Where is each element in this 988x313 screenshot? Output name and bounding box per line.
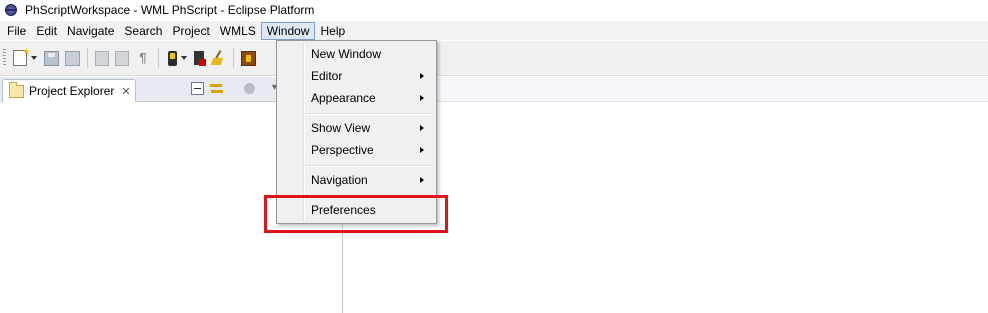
link-with-editor-icon[interactable] [210,82,224,95]
window-title: PhScriptWorkspace - WML PhScript - Eclip… [25,3,315,17]
tab-label: Project Explorer [29,84,115,98]
menu-item-label: Editor [311,69,343,83]
toolbar-grip[interactable] [3,49,6,67]
submenu-arrow-icon [420,95,424,101]
collapse-all-icon[interactable] [191,82,204,95]
preferences-highlight-box [264,195,448,233]
menu-item-label: New Window [311,47,382,61]
menu-file[interactable]: File [2,22,31,40]
editor-area-header [344,77,988,102]
submenu-arrow-icon [420,125,424,131]
menu-item-show-view[interactable]: Show View [279,117,434,139]
menu-separator [306,165,432,167]
menu-help[interactable]: Help [315,22,350,40]
paragraph-icon[interactable]: ¶ [135,50,151,66]
new-dropdown-arrow-icon[interactable] [31,56,37,60]
menu-search[interactable]: Search [119,22,167,40]
menu-separator [306,113,432,115]
device-dropdown-arrow-icon[interactable] [181,56,187,60]
submenu-arrow-icon [420,147,424,153]
toolbar-separator [233,48,234,68]
folder-icon [9,81,24,98]
menu-item-navigation[interactable]: Navigation [279,169,434,191]
menu-project[interactable]: Project [167,22,214,40]
save-icon[interactable] [44,50,59,66]
package-icon[interactable] [241,50,256,66]
properties-icon[interactable] [115,50,129,66]
main-toolbar: ¶ [0,41,988,76]
menu-item-new-window[interactable]: New Window [279,43,434,65]
menu-edit[interactable]: Edit [31,22,62,40]
clean-icon[interactable] [210,50,226,66]
menu-bar: File Edit Navigate Search Project WMLS W… [0,21,988,40]
filter-icon[interactable] [244,83,255,94]
submenu-arrow-icon [420,177,424,183]
device-icon[interactable] [168,50,177,66]
menu-item-editor[interactable]: Editor [279,65,434,87]
menu-item-label: Appearance [311,91,376,105]
title-bar: PhScriptWorkspace - WML PhScript - Eclip… [0,0,988,20]
device-error-icon[interactable] [194,51,206,66]
menu-item-label: Navigation [311,173,368,187]
menu-item-label: Show View [311,121,371,135]
close-icon[interactable]: ✕ [121,85,130,98]
new-wizard-icon[interactable] [13,50,27,66]
menu-navigate[interactable]: Navigate [62,22,119,40]
menu-window[interactable]: Window [260,21,316,40]
toolbar-separator [87,48,88,68]
menu-item-perspective[interactable]: Perspective [279,139,434,161]
menu-wmls[interactable]: WMLS [215,22,261,40]
tab-project-explorer[interactable]: Project Explorer ✕ [2,79,136,102]
eclipse-app-icon [5,4,17,16]
submenu-arrow-icon [420,73,424,79]
toolbar-separator [158,48,159,68]
menu-item-label: Perspective [311,143,374,157]
print-icon[interactable] [95,50,109,66]
save-all-icon[interactable] [65,50,80,66]
menu-item-appearance[interactable]: Appearance [279,87,434,109]
